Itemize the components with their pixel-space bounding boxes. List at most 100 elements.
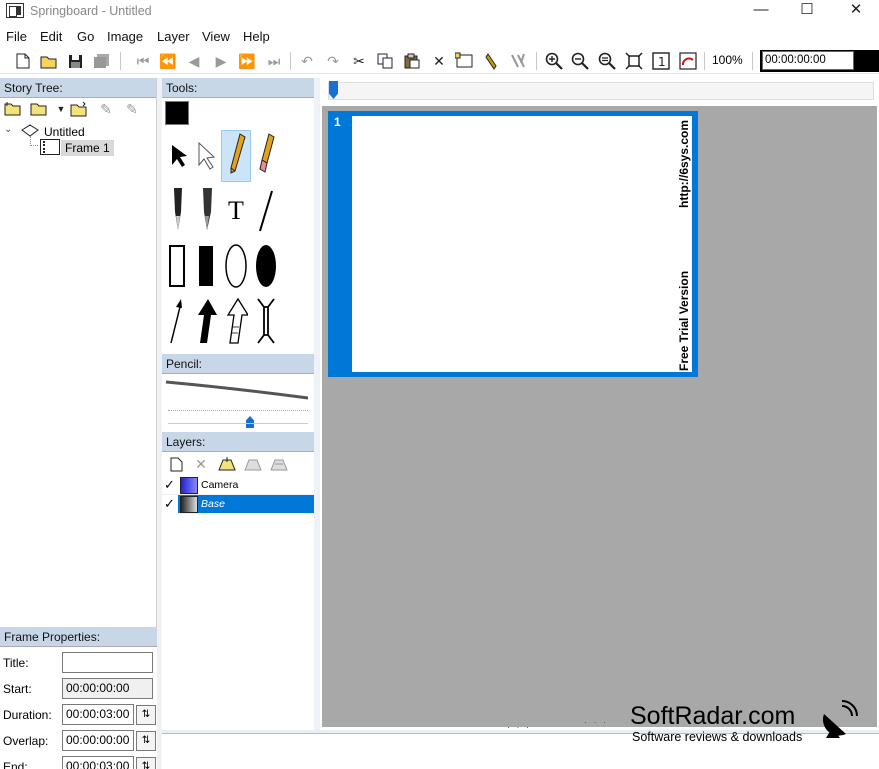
menu-bar: File Edit Go Image Layer View Help <box>0 26 879 46</box>
end-row: End: 00:00:03:00 ⇅ <box>0 755 157 769</box>
onion-skin-icon[interactable] <box>677 50 699 72</box>
delete-layer-icon[interactable]: ✕ <box>190 453 212 475</box>
tree-connector <box>30 136 38 146</box>
zoom-out-icon[interactable] <box>569 50 591 72</box>
rename-icon[interactable]: ✎ <box>121 98 143 120</box>
bold-arrow-tool-icon[interactable] <box>191 295 221 347</box>
fast-forward-icon[interactable]: ⏩ <box>236 50 258 72</box>
watermark-trial: Free Trial Version <box>677 270 691 371</box>
frame-number: 1 <box>334 115 341 129</box>
duration-input[interactable]: 00:00:03:00 <box>62 704 134 725</box>
background-color-swatch[interactable] <box>202 101 232 127</box>
time-display: 00:00:00:00 <box>760 50 879 72</box>
end-spinner-icon[interactable]: ⇅ <box>136 757 156 769</box>
layer-visible-check-icon[interactable]: ✓ <box>162 495 178 514</box>
stroke-preview <box>165 380 309 400</box>
filled-ellipse-tool-icon[interactable] <box>251 240 281 292</box>
overlap-spinner-icon[interactable]: ⇅ <box>136 731 156 751</box>
menu-view[interactable]: View <box>202 29 230 44</box>
add-frame-icon[interactable] <box>68 98 90 120</box>
title-input[interactable] <box>62 652 153 673</box>
frame-select-icon[interactable] <box>454 50 476 72</box>
layers-header: Layers: <box>162 432 314 452</box>
fit-to-window-icon[interactable] <box>623 50 645 72</box>
zoom-reset-icon[interactable] <box>596 50 618 72</box>
rewind-icon[interactable]: ⏪ <box>157 50 179 72</box>
frame-canvas[interactable]: http://6sys.com Free Trial Version <box>352 116 692 372</box>
thin-arrow-tool-icon[interactable] <box>162 295 192 347</box>
overlap-input[interactable]: 00:00:00:00 <box>62 730 134 751</box>
layers-section: Layers: ✕ ✓ Camera ✓ Base <box>162 432 314 514</box>
duration-spinner-icon[interactable]: ⇅ <box>136 705 156 725</box>
add-sequence-icon[interactable] <box>2 98 24 120</box>
filled-rectangle-tool-icon[interactable] <box>191 240 221 292</box>
menu-help[interactable]: Help <box>243 29 270 44</box>
redo-icon[interactable]: ↷ <box>322 50 344 72</box>
tree-frame-item[interactable]: Frame 1 <box>61 140 114 156</box>
stage[interactable]: 1 http://6sys.com Free Trial Version <box>322 106 877 727</box>
prev-frame-icon[interactable]: ◀ <box>183 50 205 72</box>
layer-item[interactable]: ✓ Camera <box>162 476 314 495</box>
layer-item[interactable]: ✓ Base <box>162 495 314 514</box>
time-field[interactable]: 00:00:00:00 <box>762 51 854 70</box>
layer-merge-icon[interactable] <box>268 453 290 475</box>
edit-pencil-icon[interactable]: ✎ <box>95 98 117 120</box>
paste-icon[interactable] <box>401 50 423 72</box>
maximize-button[interactable]: ☐ <box>784 0 830 22</box>
timeline-slider[interactable] <box>328 81 874 100</box>
satellite-dish-icon <box>822 700 858 738</box>
softradar-watermark: SoftRadar.com Software reviews & downloa… <box>630 700 870 752</box>
zoom-in-icon[interactable] <box>543 50 565 72</box>
outline-arrow-tool-icon[interactable] <box>221 295 251 347</box>
pencil-tool-icon[interactable] <box>221 130 251 182</box>
brush-icon[interactable] <box>508 50 530 72</box>
menu-layer[interactable]: Layer <box>157 29 190 44</box>
next-frame-icon[interactable]: ▶ <box>210 50 232 72</box>
open-folder-icon[interactable] <box>38 50 60 72</box>
layer-name: Camera <box>201 479 239 491</box>
subselect-tool-icon[interactable] <box>191 130 221 182</box>
eraser-tool-icon[interactable] <box>251 130 281 182</box>
ellipse-tool-icon[interactable] <box>221 240 251 292</box>
new-file-icon[interactable] <box>12 50 34 72</box>
line-tool-icon[interactable] <box>251 185 281 237</box>
tree-root-label[interactable]: Untitled <box>44 125 85 139</box>
pen-icon[interactable] <box>481 50 503 72</box>
foreground-color-swatch[interactable] <box>165 101 189 125</box>
bracket-arrow-tool-icon[interactable] <box>251 295 281 347</box>
menu-go[interactable]: Go <box>77 29 94 44</box>
ink-pen-tool-icon[interactable] <box>162 185 192 237</box>
save-all-icon[interactable] <box>91 50 113 72</box>
arrow-select-tool-icon[interactable] <box>162 130 192 182</box>
save-icon[interactable] <box>64 50 86 72</box>
menu-edit[interactable]: Edit <box>40 29 62 44</box>
undo-icon[interactable]: ↶ <box>296 50 318 72</box>
marker-tool-icon[interactable] <box>191 185 221 237</box>
menu-file[interactable]: File <box>6 29 27 44</box>
minimize-button[interactable]: — <box>738 0 784 22</box>
cut-icon[interactable]: ✂ <box>348 50 370 72</box>
svg-text:1: 1 <box>658 55 666 69</box>
last-frame-icon[interactable]: ⏭ <box>263 50 285 72</box>
frame-thumbnail[interactable]: 1 http://6sys.com Free Trial Version <box>328 111 698 377</box>
actual-size-icon[interactable]: 1 <box>650 50 672 72</box>
layer-visible-check-icon[interactable]: ✓ <box>164 477 175 493</box>
layer-up-icon[interactable] <box>216 453 238 475</box>
chevron-down-icon[interactable]: ⌄ <box>4 124 12 135</box>
close-button[interactable]: ✕ <box>833 0 879 22</box>
first-frame-icon[interactable]: ⏮ <box>132 50 154 72</box>
layer-down-icon[interactable] <box>242 453 264 475</box>
story-tree-toolbar: ▼ ✎ ✎ <box>0 98 156 122</box>
end-input[interactable]: 00:00:03:00 <box>62 756 134 769</box>
folder-icon[interactable] <box>28 98 50 120</box>
pencil-size-track[interactable] <box>168 408 308 411</box>
new-layer-icon[interactable] <box>165 453 187 475</box>
copy-icon[interactable] <box>374 50 396 72</box>
pencil-size-thumb[interactable] <box>246 416 254 428</box>
menu-image[interactable]: Image <box>107 29 143 44</box>
text-tool-icon[interactable]: T <box>221 185 251 237</box>
rectangle-tool-icon[interactable] <box>162 240 192 292</box>
toolbar-separator <box>752 52 753 70</box>
timeline-thumb[interactable] <box>329 81 338 99</box>
delete-icon[interactable]: ✕ <box>428 50 450 72</box>
